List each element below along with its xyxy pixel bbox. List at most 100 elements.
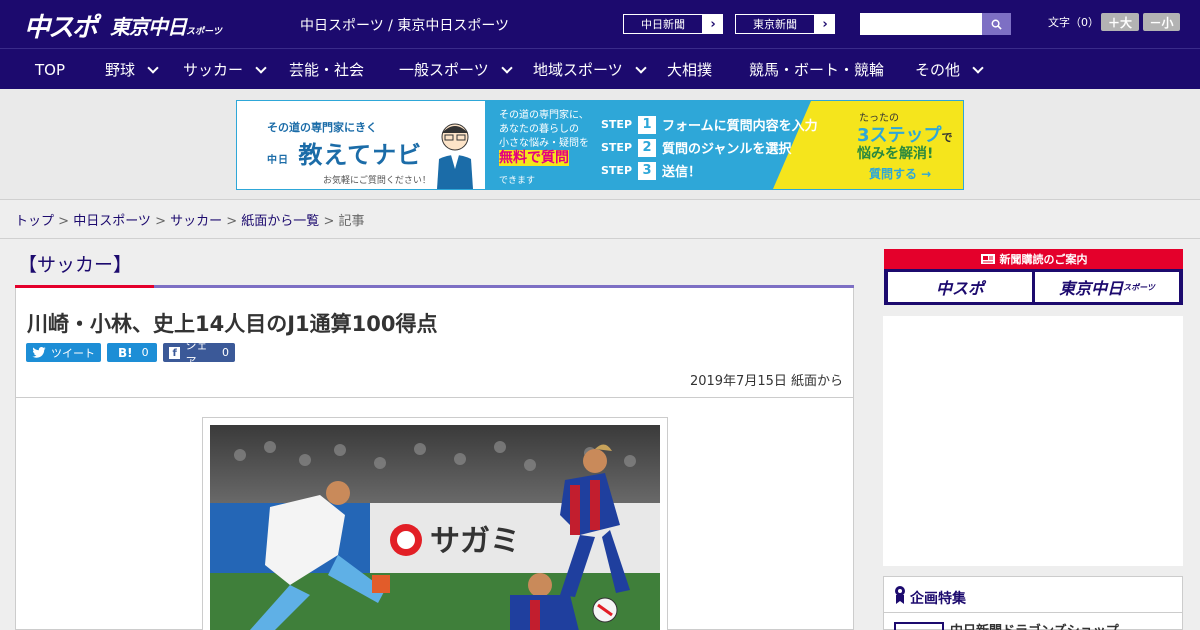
divider xyxy=(0,238,1200,239)
facebook-share-label: シェア xyxy=(185,338,208,368)
ribbon-icon xyxy=(895,586,905,604)
step-number: 2 xyxy=(638,138,657,157)
ad-desc-line: 小さな悩み・疑問を xyxy=(499,138,589,149)
facebook-share-count: 0 xyxy=(222,346,229,359)
step-label: STEP xyxy=(601,141,633,154)
advisor-illustration-icon xyxy=(437,123,473,189)
nav-label: 競馬・ボート・競輪 xyxy=(749,61,885,79)
chevron-down-icon xyxy=(501,61,513,74)
subscribe-tokyo-chunichi-button[interactable]: 東京中日 スポーツ xyxy=(1035,272,1179,302)
feature-item-dragons-shop[interactable]: 中日新聞ドラゴンズショップ xyxy=(950,620,1119,630)
facebook-share-button[interactable]: f シェア 0 xyxy=(163,339,235,368)
breadcrumb-sep: > xyxy=(54,214,74,229)
sidebar-ad-slot[interactable] xyxy=(883,316,1183,566)
ad-yellow-de: で xyxy=(941,131,953,144)
subscribe-chuspo-button[interactable]: 中スポ xyxy=(888,272,1032,302)
tokyo-logo-sub: スポーツ xyxy=(186,27,222,37)
chevron-down-icon xyxy=(972,61,984,74)
ad-desc-end: できます xyxy=(499,176,536,186)
chevron-down-icon xyxy=(255,61,267,74)
ad-desc-line: あなたの暮らしの xyxy=(499,124,579,135)
step-text: 質問のジャンルを選択 xyxy=(662,142,792,157)
newspaper-icon xyxy=(980,254,995,264)
article-headline: 川崎・小林、史上14人目のJ1通算100得点 xyxy=(27,312,438,336)
article-photo[interactable]: サガミ xyxy=(210,425,660,630)
breadcrumb-current: 記事 xyxy=(338,214,365,229)
ad-step-1: STEP 1 フォームに質問内容を入力 xyxy=(601,115,818,134)
article-date: 2019年7月15日 紙面から xyxy=(689,374,843,389)
nav-item-other[interactable]: その他 xyxy=(915,49,984,90)
dragons-shop-thumbnail[interactable] xyxy=(894,622,944,630)
chuspo-logo[interactable]: 中スポ xyxy=(24,7,98,44)
hatena-bookmark-button[interactable]: B! 0 xyxy=(107,343,157,362)
search-button[interactable] xyxy=(982,13,1011,35)
step-number: 3 xyxy=(638,161,657,180)
ad-tagline: その道の専門家にきく xyxy=(267,121,377,134)
oshiete-navi-banner-ad[interactable]: その道の専門家にきく 中日 教えてナビ お気軽にご質問ください！ その道の専門家… xyxy=(236,100,964,190)
subscription-box: 新聞購読のご案内 中スポ 東京中日 スポーツ xyxy=(884,249,1183,305)
breadcrumb-sep: > xyxy=(319,214,339,229)
subscribe-tokyo-label: 東京中日 xyxy=(1059,279,1124,298)
chevron-right-icon: › xyxy=(822,16,828,32)
tokyo-chunichi-logo[interactable]: 東京中日スポーツ xyxy=(110,11,222,40)
chevron-down-icon xyxy=(147,61,159,74)
nav-label: 一般スポーツ xyxy=(399,61,489,79)
nav-label: TOP xyxy=(35,60,66,79)
article-card: 川崎・小林、史上14人目のJ1通算100得点 ツイート B! 0 f シェア 0… xyxy=(15,288,854,630)
breadcrumb-link-top[interactable]: トップ xyxy=(15,214,54,229)
ad-step-3: STEP 3 送信！ xyxy=(601,161,701,180)
article-photo-frame: サガミ xyxy=(202,417,668,630)
nav-label: 大相撲 xyxy=(667,61,713,79)
nav-item-entertainment[interactable]: 芸能・社会 xyxy=(289,49,364,90)
tokyo-shimbun-link[interactable]: 東京新聞 › xyxy=(734,13,836,35)
ad-board-text: サガミ xyxy=(430,524,520,559)
nav-item-general-sports[interactable]: 一般スポーツ xyxy=(399,49,513,90)
subscription-header: 新聞購読のご案内 xyxy=(884,249,1183,269)
ad-brand-prefix: 中日 xyxy=(267,155,289,166)
divider xyxy=(884,612,1182,613)
hatena-count: 0 xyxy=(141,346,149,359)
breadcrumb-sep: > xyxy=(222,214,242,229)
tweet-label: ツイート xyxy=(51,346,95,360)
chevron-right-icon: › xyxy=(710,16,716,32)
step-label: STEP xyxy=(601,164,633,177)
breadcrumb-link-soccer[interactable]: サッカー xyxy=(170,214,222,229)
font-size-label: 文字（0） xyxy=(1048,16,1099,29)
step-number: 1 xyxy=(638,115,657,134)
ad-brand: 中日 教えてナビ xyxy=(267,135,422,170)
ad-desc-line: その道の専門家に、 xyxy=(499,110,589,121)
divider xyxy=(16,397,853,398)
nav-item-racing[interactable]: 競馬・ボート・競輪 xyxy=(749,49,884,90)
nav-label: 地域スポーツ xyxy=(533,61,623,79)
search-input[interactable] xyxy=(860,13,982,35)
chevron-down-icon xyxy=(635,61,647,74)
nav-item-sumo[interactable]: 大相撲 xyxy=(667,49,712,90)
ad-description: その道の専門家に、 あなたの暮らしの 小さな悩み・疑問を 無料で質問 xyxy=(499,109,599,167)
nav-item-soccer[interactable]: サッカー xyxy=(183,49,267,90)
chunichi-shimbun-link[interactable]: 中日新聞 › xyxy=(622,13,724,35)
breadcrumb-link-chunichi-sports[interactable]: 中日スポーツ xyxy=(73,214,151,229)
feature-title: 企画特集 xyxy=(910,591,966,607)
breadcrumb: トップ > 中日スポーツ > サッカー > 紙面から一覧 > 記事 xyxy=(15,210,365,229)
ad-cta-button[interactable]: 質問する → xyxy=(869,165,931,182)
search-icon xyxy=(991,19,1002,30)
ad-brand-note: お気軽にご質問ください！ xyxy=(323,176,431,186)
subscription-header-text: 新聞購読のご案内 xyxy=(999,253,1088,266)
tweet-button[interactable]: ツイート xyxy=(26,343,101,362)
article-category: 【サッカー】 xyxy=(18,254,133,276)
nav-label: 野球 xyxy=(105,61,136,79)
feature-box: 企画特集 中日新聞ドラゴンズショップ xyxy=(883,576,1183,630)
breadcrumb-link-paper-list[interactable]: 紙面から一覧 xyxy=(241,214,319,229)
nav-item-local-sports[interactable]: 地域スポーツ xyxy=(533,49,647,90)
font-bigger-button[interactable]: ＋大 xyxy=(1101,13,1139,31)
site-title[interactable]: 中日スポーツ / 東京中日スポーツ xyxy=(300,15,509,35)
soccer-match-photo: サガミ xyxy=(210,425,660,630)
nav-label: サッカー xyxy=(183,61,244,79)
font-smaller-button[interactable]: －小 xyxy=(1143,13,1180,31)
nav-item-top[interactable]: TOP xyxy=(35,49,65,90)
ad-yellow-text-3: 悩みを解消! xyxy=(857,146,934,162)
tokyo-shimbun-label: 東京新聞 xyxy=(735,14,815,34)
nav-item-baseball[interactable]: 野球 xyxy=(105,49,159,90)
twitter-icon xyxy=(32,347,46,358)
ad-desc-highlight: 無料で質問 xyxy=(499,150,569,166)
